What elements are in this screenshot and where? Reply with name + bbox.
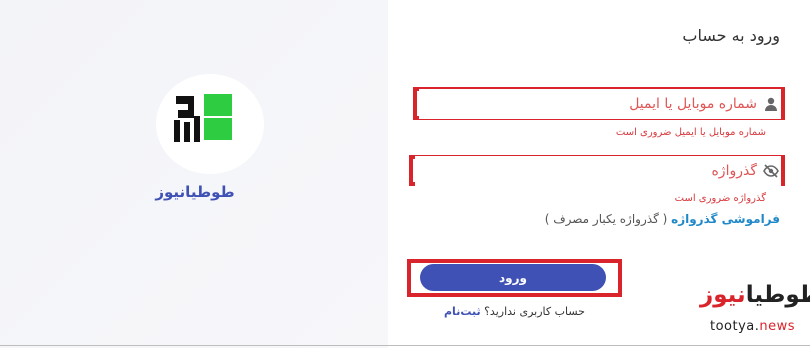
username-input[interactable] [419,89,781,119]
password-error: گذرواژه ضروری است [674,193,766,204]
signup-link[interactable]: ثبت‌نام [444,305,481,318]
eye-off-icon[interactable] [763,163,779,179]
forgot-password-hint: ( گذرواژه یکبار مصرف ) [544,212,668,226]
password-input[interactable] [415,156,781,186]
brand-panel [0,0,388,348]
signup-row: حساب کاربری ندارید؟ ثبت‌نام [444,305,585,318]
watermark-url: tootya.news [710,319,796,334]
logo-icon [174,94,232,142]
login-button[interactable]: ورود [420,264,606,291]
page-title: ورود به حساب [682,26,780,45]
signup-prompt: حساب کاربری ندارید؟ [484,305,585,318]
watermark-logo: طوطیانیوز [700,282,810,308]
password-field-wrapper [415,156,781,186]
person-icon [765,97,777,111]
forgot-password-link[interactable]: فراموشی گذرواژه [671,212,780,226]
divider [0,345,810,346]
brand-name: طوطیانیوز [155,183,235,201]
username-field-wrapper [419,89,781,119]
forgot-row: فراموشی گذرواژه ( گذرواژه یکبار مصرف ) [545,212,780,226]
username-error: شماره موبایل یا ایمیل ضروری است [615,127,766,138]
